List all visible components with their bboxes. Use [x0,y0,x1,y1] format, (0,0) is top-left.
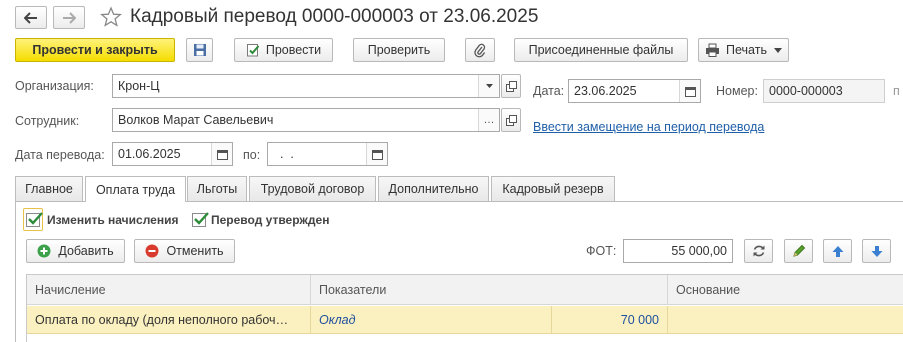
date-label: Дата: [533,84,565,98]
tab-additional[interactable]: Дополнительно [378,176,489,201]
number-value: 0000-000003 [769,84,843,98]
add-button[interactable]: Добавить [26,239,125,263]
employee-field[interactable]: Волков Марат Савельевич … [112,108,500,132]
tab-payroll[interactable]: Оплата труда [85,176,186,202]
to-date-value: . . [273,147,294,161]
check-button[interactable]: Проверить [353,38,445,62]
date-value: 23.06.2025 [574,84,637,98]
save-button[interactable] [186,38,213,62]
select-employee-button[interactable]: … [478,109,499,131]
dropdown-button[interactable] [478,75,499,97]
replacement-link[interactable]: Ввести замещение на период перевода [533,120,764,134]
save-icon [193,44,206,56]
chevron-down-icon [485,84,493,88]
tab-personnel-reserve[interactable]: Кадровый резерв [491,176,615,201]
back-button[interactable] [15,6,47,29]
add-button-label: Добавить [58,244,114,258]
number-label: Номер: [716,84,758,98]
calendar-button[interactable] [211,143,232,165]
tab-panel [15,201,903,342]
post-button[interactable]: Провести [234,38,333,62]
window-title: Кадровый перевод 0000-000003 от 23.06.20… [130,6,539,27]
transfer-date-value: 01.06.2025 [118,147,181,161]
open-employee-button[interactable] [501,108,521,132]
calendar-icon [216,149,228,160]
tab-benefits[interactable]: Льготы [187,176,247,201]
calendar-icon [684,86,696,97]
post-button-label: Провести [265,43,322,57]
number-field[interactable]: 0000-000003 [763,79,885,103]
employee-value: Волков Марат Савельевич [118,113,274,127]
post-and-close-button[interactable]: Провести и закрыть [15,38,175,62]
open-link-icon [505,114,517,126]
open-link-icon [505,80,517,92]
print-button-label: Печать [726,43,767,57]
paperclip-icon [474,43,486,57]
attached-files-button[interactable]: Присоединенные файлы [514,38,688,62]
number-suffix: п [893,84,900,98]
chevron-down-icon [773,47,782,53]
favorite-star-icon[interactable] [100,6,122,28]
print-button[interactable]: Печать [698,38,789,62]
calendar-icon [371,149,383,160]
calendar-button[interactable] [679,80,700,102]
post-document-icon [246,44,260,57]
arrow-left-icon [24,11,37,24]
employee-label: Сотрудник: [15,114,80,128]
to-date-field[interactable]: . . [267,142,388,166]
tab-employment-contract[interactable]: Трудовой договор [249,176,376,201]
attach-button[interactable] [465,38,495,62]
to-label: по: [243,148,261,162]
cancel-button[interactable]: Отменить [134,239,235,263]
plus-circle-icon [37,244,51,258]
cancel-button-label: Отменить [166,244,224,258]
transfer-date-field[interactable]: 01.06.2025 [112,142,233,166]
printer-icon [706,43,720,57]
organization-field[interactable]: Крон-Ц [112,74,500,98]
date-field[interactable]: 23.06.2025 [568,79,701,103]
transfer-date-label: Дата перевода: [15,148,105,162]
open-organization-button[interactable] [501,74,521,98]
forward-button[interactable] [53,6,85,29]
minus-circle-icon [145,244,159,258]
calendar-button[interactable] [366,143,387,165]
organization-value: Крон-Ц [118,79,160,93]
tab-main[interactable]: Главное [15,176,83,201]
organization-label: Организация: [15,79,94,93]
arrow-right-icon [63,11,76,24]
